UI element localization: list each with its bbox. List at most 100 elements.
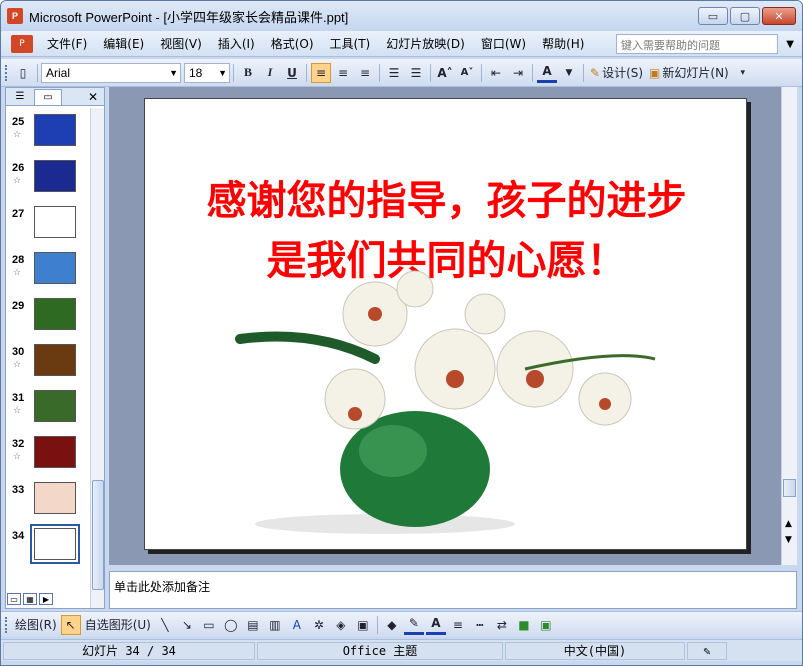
title-bar[interactable]: P Microsoft PowerPoint - [小学四年级家长会精品课件.p… [1, 1, 802, 31]
diagram-icon[interactable]: ✲ [309, 615, 329, 635]
numbered-list-icon[interactable]: ☰ [384, 63, 404, 83]
slide-thumb-29[interactable]: 29 [6, 298, 90, 338]
draw-menu-button[interactable]: 绘图(R) [13, 615, 59, 635]
tab-slides[interactable]: ▭ [34, 88, 62, 105]
3d-style-icon[interactable]: ▣ [536, 615, 556, 635]
slideshow-view-icon[interactable]: ▶ [39, 593, 53, 605]
font-size-select[interactable]: 18 ▼ [184, 62, 230, 83]
slides-pane-scrollbar[interactable] [90, 108, 104, 608]
menu-view[interactable]: 视图(V) [152, 31, 210, 57]
clipart-icon[interactable]: ◈ [331, 615, 351, 635]
align-center-icon[interactable]: ≡ [333, 63, 353, 83]
italic-button[interactable]: I [260, 63, 280, 83]
increase-font-icon[interactable]: A˄ [435, 63, 455, 83]
arrow-icon[interactable]: ↘ [177, 615, 197, 635]
slide-number: 32 [12, 438, 25, 450]
normal-view-icon[interactable]: ▭ [7, 593, 21, 605]
align-right-icon[interactable]: ≡ [355, 63, 375, 83]
maximize-button[interactable]: ▢ [730, 7, 760, 25]
slide-thumbnail [34, 344, 76, 376]
animation-star-icon: ☆ [13, 268, 22, 278]
textbox-icon[interactable]: ▤ [243, 615, 263, 635]
close-button[interactable]: ✕ [762, 7, 796, 25]
design-button[interactable]: ✎ 设计(S) [588, 63, 645, 83]
bold-button[interactable]: B [238, 63, 258, 83]
oval-icon[interactable]: ◯ [221, 615, 241, 635]
fill-color-icon[interactable]: ◆ [382, 615, 402, 635]
menu-edit[interactable]: 编辑(E) [95, 31, 152, 57]
select-pointer-icon[interactable]: ↖ [60, 614, 81, 635]
line-style-icon[interactable]: ≡ [448, 615, 468, 635]
previous-slide-icon[interactable]: ▲ [785, 519, 792, 529]
menu-slideshow[interactable]: 幻灯片放映(D) [378, 31, 473, 57]
help-search-input[interactable]: 键入需要帮助的问题 [616, 34, 778, 54]
font-color-icon[interactable]: A [537, 63, 557, 83]
line-color-icon[interactable]: ✎ [403, 615, 424, 635]
chevron-down-icon[interactable]: ▼ [559, 63, 579, 83]
slide-thumb-30[interactable]: 30 ☆ [6, 344, 90, 384]
slide-thumb-33[interactable]: 33 [6, 482, 90, 522]
decrease-font-icon[interactable]: A˅ [457, 63, 477, 83]
current-slide[interactable]: 感谢您的指导，孩子的进步 是我们共同的心愿！ [144, 98, 747, 550]
rectangle-icon[interactable]: ▭ [199, 615, 219, 635]
toolbar-grip[interactable] [5, 64, 8, 81]
spelling-check-icon[interactable]: ✎ [687, 641, 727, 660]
line-icon[interactable]: ╲ [155, 615, 175, 635]
tab-outline[interactable]: ☰ [6, 89, 34, 105]
font-color-icon[interactable]: A [425, 615, 446, 635]
dash-style-icon[interactable]: ┅ [470, 615, 490, 635]
slide-sorter-view-icon[interactable]: ▦ [23, 593, 37, 605]
new-slide-button[interactable]: ▣ 新幻灯片(N) [647, 63, 731, 83]
document-icon[interactable]: P [11, 34, 33, 53]
slide-thumbnail [34, 436, 76, 468]
formatting-toolbar: ▯ Arial ▼ 18 ▼ B I U ≡ ≡ ≡ ☰ ☰ A˄ A˅ ⇤ ⇥… [1, 59, 802, 87]
font-name-select[interactable]: Arial ▼ [41, 62, 181, 83]
close-icon[interactable]: ✕ [88, 90, 98, 104]
menu-file[interactable]: 文件(F) [39, 31, 95, 57]
insert-picture-icon[interactable]: ▣ [353, 615, 373, 635]
scrollbar-thumb[interactable] [92, 480, 104, 590]
toolbar-options-icon[interactable]: ▾ [733, 63, 753, 83]
bulleted-list-icon[interactable]: ☰ [406, 63, 426, 83]
separator [379, 63, 380, 82]
autoshapes-button[interactable]: 自选图形(U) [83, 615, 153, 635]
next-slide-icon[interactable]: ▼ [785, 535, 792, 545]
menu-help[interactable]: 帮助(H) [534, 31, 592, 57]
slide-thumb-26[interactable]: 26 ☆ [6, 160, 90, 200]
chevron-down-icon[interactable]: ▼ [786, 39, 794, 50]
align-left-icon[interactable]: ≡ [311, 62, 331, 83]
separator [37, 63, 38, 82]
slide-thumb-32[interactable]: 32 ☆ [6, 436, 90, 476]
slide-thumb-27[interactable]: 27 [6, 206, 90, 246]
underline-button[interactable]: U [282, 63, 302, 83]
powerpoint-app-icon[interactable]: P [7, 8, 23, 24]
toolbar-grip[interactable] [5, 616, 8, 633]
main-vertical-scrollbar[interactable]: ▲ ▼ [781, 87, 797, 565]
wordart-icon[interactable]: A [287, 615, 307, 635]
slide-thumb-28[interactable]: 28 ☆ [6, 252, 90, 292]
menu-window[interactable]: 窗口(W) [473, 31, 534, 57]
notes-pane[interactable]: 单击此处添加备注 [109, 571, 797, 609]
menu-format[interactable]: 格式(O) [263, 31, 322, 57]
chevron-down-icon: ▼ [218, 67, 227, 78]
slide-thumb-31[interactable]: 31 ☆ [6, 390, 90, 430]
new-document-icon[interactable]: ▯ [13, 63, 33, 83]
slide-number: 30 [12, 346, 25, 358]
slide-thumb-34[interactable]: 34 [6, 524, 90, 568]
status-bar: 幻灯片 34 / 34 Office 主题 中文(中国) ✎ [1, 639, 802, 661]
slide-thumbnail-list: 25 ☆ 26 ☆ 27 28 ☆ 29 30 ☆ 31 ☆ 32 ☆ 33 3… [6, 108, 90, 608]
decrease-indent-icon[interactable]: ⇤ [486, 63, 506, 83]
minimize-button[interactable]: ▭ [698, 7, 728, 25]
menu-insert[interactable]: 插入(I) [210, 31, 263, 57]
slide-thumb-25[interactable]: 25 ☆ [6, 114, 90, 154]
separator [430, 63, 431, 82]
separator [306, 63, 307, 82]
increase-indent-icon[interactable]: ⇥ [508, 63, 528, 83]
font-name-value: Arial [46, 65, 71, 80]
menu-tools[interactable]: 工具(T) [322, 31, 379, 57]
shadow-style-icon[interactable]: ■ [514, 615, 534, 635]
vertical-textbox-icon[interactable]: ▥ [265, 615, 285, 635]
scrollbar-thumb[interactable] [783, 479, 796, 497]
slides-pane: ☰ ▭ ✕ 25 ☆ 26 ☆ 27 28 ☆ 29 30 ☆ 31 ☆ 32 … [5, 87, 105, 609]
arrow-style-icon[interactable]: ⇄ [492, 615, 512, 635]
